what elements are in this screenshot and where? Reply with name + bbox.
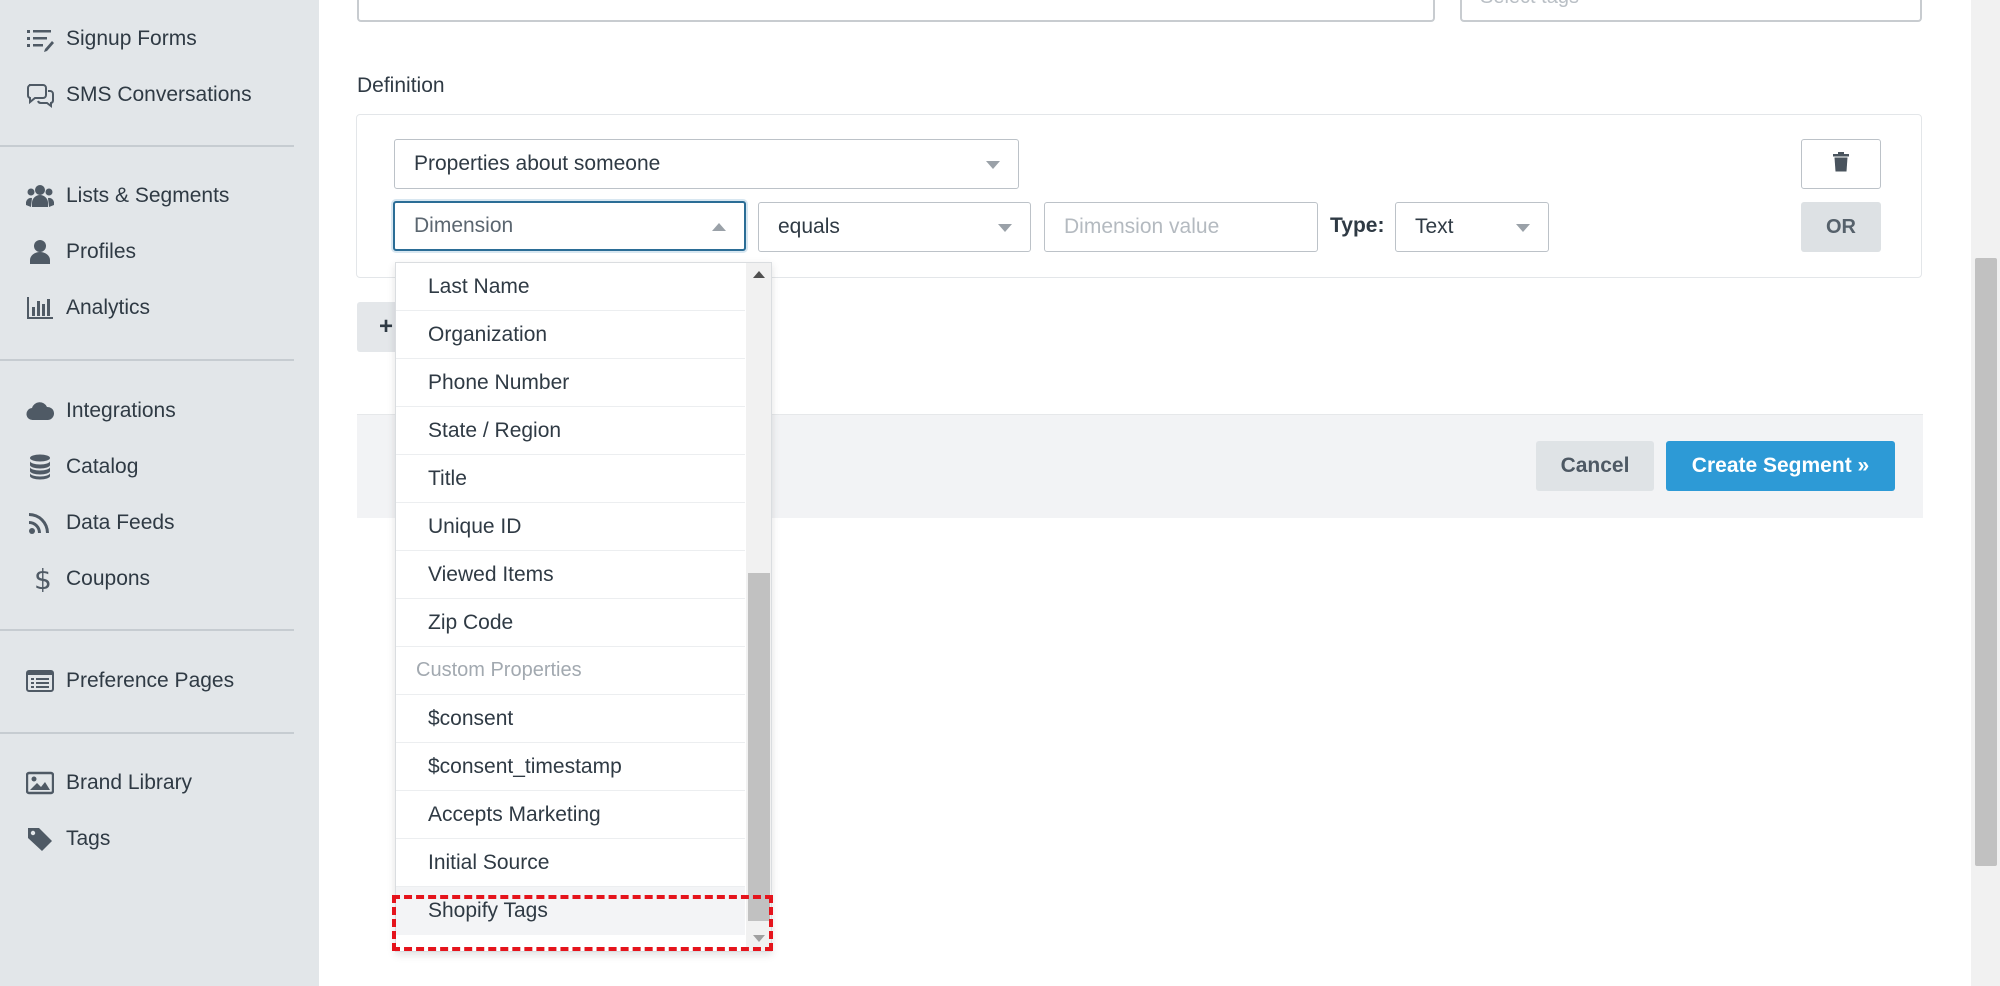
condition-type-value: Properties about someone — [414, 152, 661, 175]
sidebar-item-lists-segments[interactable]: Lists & Segments — [24, 176, 229, 216]
scroll-up-arrow-icon[interactable] — [753, 271, 765, 278]
dropdown-option-viewed-items[interactable]: Viewed Items — [396, 551, 745, 599]
delete-condition-button[interactable] — [1801, 139, 1881, 189]
dropdown-option-zip-code[interactable]: Zip Code — [396, 599, 745, 647]
database-icon — [24, 453, 56, 481]
type-label: Type: — [1330, 214, 1385, 237]
sidebar-item-label: Preference Pages — [66, 669, 235, 692]
sidebar-divider — [0, 359, 294, 361]
sidebar-divider — [0, 629, 294, 631]
dropdown-option-state-region[interactable]: State / Region — [396, 407, 745, 455]
chevron-down-icon — [986, 161, 1000, 169]
sidebar-item-label: Catalog — [66, 455, 139, 478]
sidebar-divider — [0, 145, 294, 147]
dimension-select[interactable]: Dimension — [393, 201, 746, 251]
dropdown-option-initial-source[interactable]: Initial Source — [396, 839, 745, 887]
sidebar-item-label: SMS Conversations — [66, 83, 252, 106]
rss-icon — [24, 509, 56, 537]
dollar-icon: $ — [24, 565, 56, 593]
sidebar-item-preference-pages[interactable]: Preference Pages — [24, 661, 234, 701]
sidebar-item-profiles[interactable]: Profiles — [24, 232, 136, 272]
dropdown-option-title[interactable]: Title — [396, 455, 745, 503]
sidebar-item-label: Lists & Segments — [66, 184, 230, 207]
sidebar-item-coupons[interactable]: $ Coupons — [24, 559, 150, 599]
dropdown-option-phone-number[interactable]: Phone Number — [396, 359, 745, 407]
dropdown-group-custom-properties: Custom Properties — [396, 647, 745, 695]
tags-select[interactable]: Select tags — [1460, 0, 1922, 22]
sidebar-item-brand-library[interactable]: Brand Library — [24, 763, 192, 803]
scroll-down-arrow-icon[interactable] — [753, 935, 765, 942]
sidebar-item-label: Analytics — [66, 296, 151, 319]
page-scrollbar-thumb[interactable] — [1975, 258, 1997, 866]
svg-text:$: $ — [34, 566, 52, 592]
sidebar-item-label: Signup Forms — [66, 27, 197, 50]
sidebar-item-label: Integrations — [66, 399, 176, 422]
sidebar-item-analytics[interactable]: Analytics — [24, 288, 150, 328]
image-icon — [24, 769, 56, 797]
sidebar-item-label: Tags — [66, 827, 111, 850]
sidebar-divider — [0, 732, 294, 734]
operator-value: equals — [778, 215, 840, 238]
dropdown-scrollbar-thumb[interactable] — [748, 573, 770, 921]
dimension-value-input[interactable]: Dimension value — [1044, 202, 1318, 252]
sidebar: Signup Forms SMS Conversations Lists & S… — [0, 0, 319, 986]
sidebar-item-label: Coupons — [66, 567, 151, 590]
cancel-button[interactable]: Cancel — [1536, 441, 1654, 491]
cloud-icon — [24, 397, 56, 425]
sidebar-item-data-feeds[interactable]: Data Feeds — [24, 503, 175, 543]
sidebar-item-label: Profiles — [66, 240, 137, 263]
segment-name-input[interactable] — [357, 0, 1435, 22]
condition-type-select[interactable]: Properties about someone — [394, 139, 1019, 189]
sidebar-item-label: Data Feeds — [66, 511, 175, 534]
dimension-select-placeholder: Dimension — [414, 214, 514, 237]
sidebar-item-catalog[interactable]: Catalog — [24, 447, 138, 487]
bar-chart-icon — [24, 294, 56, 322]
chevron-down-icon — [1516, 224, 1530, 232]
sidebar-item-tags[interactable]: Tags — [24, 819, 110, 859]
operator-select[interactable]: equals — [758, 202, 1031, 252]
dropdown-option-consent[interactable]: $consent — [396, 695, 745, 743]
dropdown-option-last-name[interactable]: Last Name — [396, 263, 745, 311]
chevron-down-icon — [998, 224, 1012, 232]
dimension-dropdown-list[interactable]: Last Name Organization Phone Number Stat… — [395, 262, 772, 952]
or-button[interactable]: OR — [1801, 202, 1881, 252]
sidebar-item-label: Brand Library — [66, 771, 193, 794]
chat-bubbles-icon — [24, 81, 56, 109]
definition-label: Definition — [357, 74, 445, 97]
tags-select-placeholder: Select tags — [1480, 0, 1579, 8]
list-icon — [24, 25, 56, 53]
dropdown-option-unique-id[interactable]: Unique ID — [396, 503, 745, 551]
dimension-value-placeholder: Dimension value — [1064, 215, 1220, 238]
sidebar-item-signup-forms[interactable]: Signup Forms — [24, 19, 197, 59]
tag-icon — [24, 825, 56, 853]
person-icon — [24, 238, 56, 266]
dropdown-option-consent-timestamp[interactable]: $consent_timestamp — [396, 743, 745, 791]
dropdown-option-accepts-marketing[interactable]: Accepts Marketing — [396, 791, 745, 839]
type-select[interactable]: Text — [1395, 202, 1549, 252]
sidebar-item-integrations[interactable]: Integrations — [24, 391, 176, 431]
users-icon — [24, 182, 56, 210]
type-value: Text — [1415, 215, 1454, 238]
trash-icon — [1833, 151, 1849, 177]
dropdown-option-organization[interactable]: Organization — [396, 311, 745, 359]
create-segment-button[interactable]: Create Segment » — [1666, 441, 1895, 491]
dropdown-option-shopify-tags[interactable]: Shopify Tags — [396, 887, 745, 935]
chevron-up-icon — [712, 223, 726, 231]
sidebar-item-sms-conversations[interactable]: SMS Conversations — [24, 75, 252, 115]
page-list-icon — [24, 667, 56, 695]
